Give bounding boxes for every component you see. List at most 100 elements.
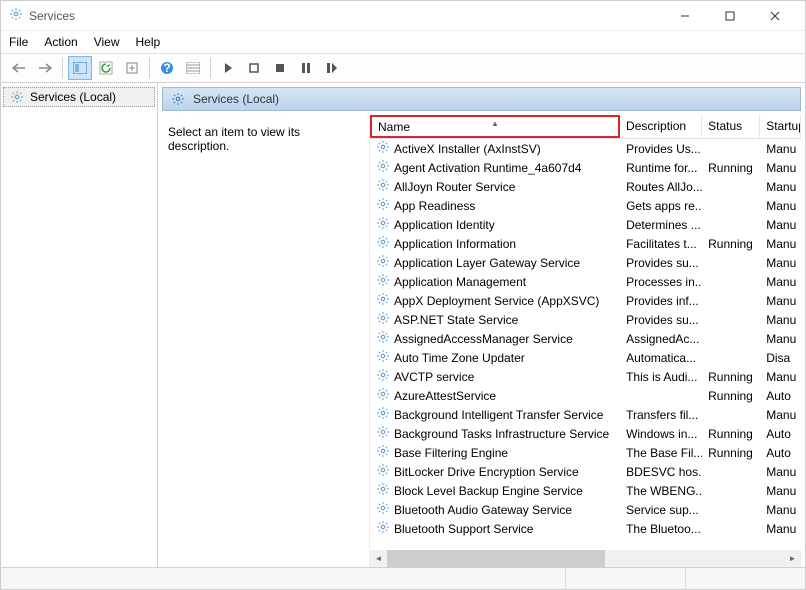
stop-service-button-2[interactable]: [268, 56, 292, 80]
service-startup: Manu: [760, 313, 801, 327]
table-row[interactable]: ActiveX Installer (AxInstSV)Provides Us.…: [370, 139, 801, 158]
table-row[interactable]: Bluetooth Support ServiceThe Bluetoo...M…: [370, 519, 801, 538]
table-row[interactable]: AllJoyn Router Service Routes AllJo... Man…: [370, 177, 801, 196]
table-row[interactable]: Application Layer Gateway ServiceProvide…: [370, 253, 801, 272]
scroll-right-button[interactable]: ►: [784, 550, 801, 567]
close-button[interactable]: [752, 2, 797, 30]
service-name: AllJoyn Router Service: [394, 180, 515, 194]
service-description: The Base Fil...: [620, 446, 702, 460]
service-description: Gets apps re...: [620, 199, 702, 213]
table-row[interactable]: Application ManagementProcesses in...Man…: [370, 272, 801, 291]
service-startup: Manu: [760, 484, 801, 498]
table-row[interactable]: AppX Deployment Service (AppXSVC)Provide…: [370, 291, 801, 310]
column-header-status[interactable]: Status: [702, 115, 760, 138]
service-name: ASP.NET State Service: [394, 313, 518, 327]
service-name: Background Intelligent Transfer Service: [394, 408, 603, 422]
service-description: Processes in...: [620, 275, 702, 289]
column-header-name-label: Name: [378, 120, 410, 134]
menu-file[interactable]: File: [9, 35, 28, 49]
forward-button[interactable]: [33, 56, 57, 80]
table-row[interactable]: Bluetooth Audio Gateway Service Service s…: [370, 500, 801, 519]
service-icon: [376, 501, 390, 518]
gear-icon: [10, 90, 24, 104]
tree-item-services-local[interactable]: Services (Local): [3, 87, 155, 107]
table-row[interactable]: Background Tasks Infrastructure ServiceW…: [370, 424, 801, 443]
toolbar-separator: [149, 58, 150, 78]
table-body: ActiveX Installer (AxInstSV)Provides Us.…: [370, 139, 801, 550]
service-icon: [376, 235, 390, 252]
service-name: Application Management: [394, 275, 526, 289]
table-row[interactable]: Agent Activation Runtime_4a607d4Runtime …: [370, 158, 801, 177]
maximize-button[interactable]: [707, 2, 752, 30]
service-startup: Manu: [760, 465, 801, 479]
service-description: Determines ...: [620, 218, 702, 232]
menu-action[interactable]: Action: [44, 35, 77, 49]
service-name: BitLocker Drive Encryption Service: [394, 465, 579, 479]
column-header-startup[interactable]: Startup Type: [760, 115, 801, 138]
pause-service-button[interactable]: [294, 56, 318, 80]
service-startup: Auto: [760, 446, 801, 460]
service-name: Application Layer Gateway Service: [394, 256, 580, 270]
service-description: Routes AllJo...: [620, 180, 702, 194]
service-icon: [376, 292, 390, 309]
table-row[interactable]: AVCTP serviceThis is Audi...RunningManu: [370, 367, 801, 386]
back-button[interactable]: [7, 56, 31, 80]
column-header-name[interactable]: ▲ Name: [370, 115, 620, 138]
service-startup: Manu: [760, 142, 801, 156]
service-name: Application Identity: [394, 218, 495, 232]
export-button[interactable]: [120, 56, 144, 80]
pane-header: Services (Local): [162, 87, 801, 111]
scroll-thumb[interactable]: [387, 550, 605, 567]
table-row[interactable]: Base Filtering EngineThe Base Fil...Runn…: [370, 443, 801, 462]
service-icon: [376, 482, 390, 499]
service-name: AzureAttestService: [394, 389, 496, 403]
table-row[interactable]: ASP.NET State ServiceProvides su...Manu: [370, 310, 801, 329]
scroll-left-button[interactable]: ◄: [370, 550, 387, 567]
table-row[interactable]: Background Intelligent Transfer ServiceT…: [370, 405, 801, 424]
service-description: Windows in...: [620, 427, 702, 441]
table-row[interactable]: Block Level Backup Engine ServiceThe WBE…: [370, 481, 801, 500]
menu-view[interactable]: View: [94, 35, 120, 49]
service-name: App Readiness: [394, 199, 475, 213]
start-service-button[interactable]: [216, 56, 240, 80]
table-row[interactable]: AssignedAccessManager ServiceAssignedAc.…: [370, 329, 801, 348]
service-status: Running: [702, 427, 760, 441]
tree-pane: Services (Local): [1, 83, 158, 567]
service-icon: [376, 159, 390, 176]
minimize-button[interactable]: [662, 2, 707, 30]
table-header: ▲ Name Description Status Startup Type: [370, 115, 801, 139]
refresh-button[interactable]: [94, 56, 118, 80]
service-name: Application Information: [394, 237, 516, 251]
services-table: ▲ Name Description Status Startup Type A…: [369, 115, 801, 567]
horizontal-scrollbar[interactable]: ◄ ►: [370, 550, 801, 567]
pane-header-label: Services (Local): [193, 92, 279, 106]
service-startup: Manu: [760, 408, 801, 422]
restart-service-button[interactable]: [320, 56, 344, 80]
column-header-description[interactable]: Description: [620, 115, 702, 138]
table-row[interactable]: Auto Time Zone UpdaterAutomatica...Disa: [370, 348, 801, 367]
service-startup: Manu: [760, 522, 801, 536]
table-row[interactable]: Application InformationFacilitates t...R…: [370, 234, 801, 253]
service-startup: Manu: [760, 370, 801, 384]
show-hide-tree-button[interactable]: [68, 56, 92, 80]
service-icon: [376, 425, 390, 442]
service-description: Service sup...: [620, 503, 702, 517]
service-description: This is Audi...: [620, 370, 702, 384]
stop-service-button[interactable]: [242, 56, 266, 80]
properties-button[interactable]: [181, 56, 205, 80]
table-row[interactable]: App Readiness Gets apps re... Manu: [370, 196, 801, 215]
service-description: Facilitates t...: [620, 237, 702, 251]
service-name: Bluetooth Audio Gateway Service: [394, 503, 572, 517]
service-icon: [376, 254, 390, 271]
service-startup: Manu: [760, 218, 801, 232]
table-row[interactable]: Application Identity Determines ... Manu: [370, 215, 801, 234]
menu-help[interactable]: Help: [136, 35, 161, 49]
table-row[interactable]: BitLocker Drive Encryption ServiceBDESVC…: [370, 462, 801, 481]
service-startup: Manu: [760, 180, 801, 194]
scroll-track[interactable]: [387, 550, 784, 567]
service-icon: [376, 273, 390, 290]
table-row[interactable]: AzureAttestServiceRunningAuto: [370, 386, 801, 405]
service-startup: Manu: [760, 199, 801, 213]
help-button[interactable]: ?: [155, 56, 179, 80]
service-name: AVCTP service: [394, 370, 474, 384]
